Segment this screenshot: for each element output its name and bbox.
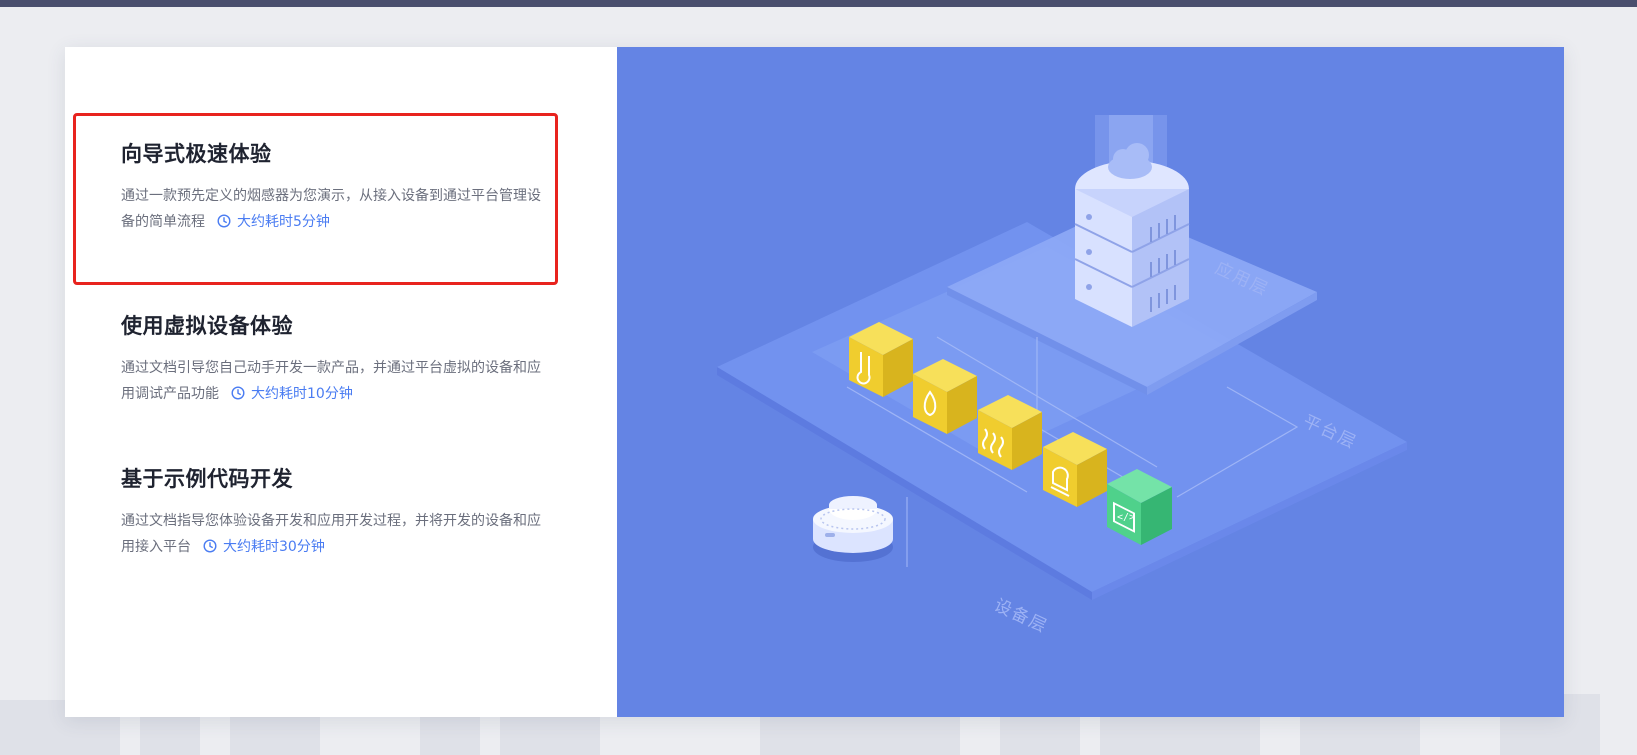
duration-badge: 大约耗时30分钟 — [203, 534, 325, 560]
duration-text: 大约耗时30分钟 — [223, 539, 325, 555]
duration-badge: 大约耗时5分钟 — [217, 209, 330, 235]
architecture-svg: </> 应用层 平台层 设备层 — [717, 115, 1407, 638]
getting-started-card: 向导式极速体验 通过一款预先定义的烟感器为您演示，从接入设备到通过平台管理设备的… — [65, 47, 1564, 717]
option-description: 通过文档引导您自己动手开发一款产品，并通过平台虚拟的设备和应用调试产品功能 大约耗… — [121, 355, 551, 407]
duration-text: 大约耗时10分钟 — [251, 386, 353, 402]
option-wizard-quick[interactable]: 向导式极速体验 通过一款预先定义的烟感器为您演示，从接入设备到通过平台管理设备的… — [121, 139, 551, 235]
option-desc-text: 通过一款预先定义的烟感器为您演示，从接入设备到通过平台管理设备的简单流程 — [121, 188, 541, 230]
clock-icon — [231, 386, 245, 400]
option-title: 基于示例代码开发 — [121, 467, 293, 491]
smoke-detector-icon — [813, 496, 893, 562]
clock-icon — [217, 214, 231, 228]
option-title: 向导式极速体验 — [121, 142, 272, 166]
option-desc-text: 通过文档指导您体验设备开发和应用开发过程，并将开发的设备和应用接入平台 — [121, 513, 541, 555]
option-virtual-device[interactable]: 使用虚拟设备体验 通过文档引导您自己动手开发一款产品，并通过平台虚拟的设备和应用… — [121, 311, 551, 407]
clock-icon — [203, 539, 217, 553]
iot-architecture-illustration: </> 应用层 平台层 设备层 — [617, 47, 1564, 717]
svg-text:</>: </> — [1117, 512, 1135, 523]
option-description: 通过一款预先定义的烟感器为您演示，从接入设备到通过平台管理设备的简单流程 大约耗时… — [121, 183, 551, 235]
top-bar — [0, 0, 1637, 7]
duration-badge: 大约耗时10分钟 — [231, 381, 353, 407]
experience-options-panel: 向导式极速体验 通过一款预先定义的烟感器为您演示，从接入设备到通过平台管理设备的… — [65, 47, 617, 717]
server-icon — [1074, 161, 1190, 327]
duration-text: 大约耗时5分钟 — [237, 214, 330, 230]
device-layer-label: 设备层 — [991, 595, 1051, 637]
option-description: 通过文档指导您体验设备开发和应用开发过程，并将开发的设备和应用接入平台 大约耗时3… — [121, 508, 551, 560]
option-title: 使用虚拟设备体验 — [121, 314, 293, 338]
option-sample-code[interactable]: 基于示例代码开发 通过文档指导您体验设备开发和应用开发过程，并将开发的设备和应用… — [121, 464, 551, 560]
